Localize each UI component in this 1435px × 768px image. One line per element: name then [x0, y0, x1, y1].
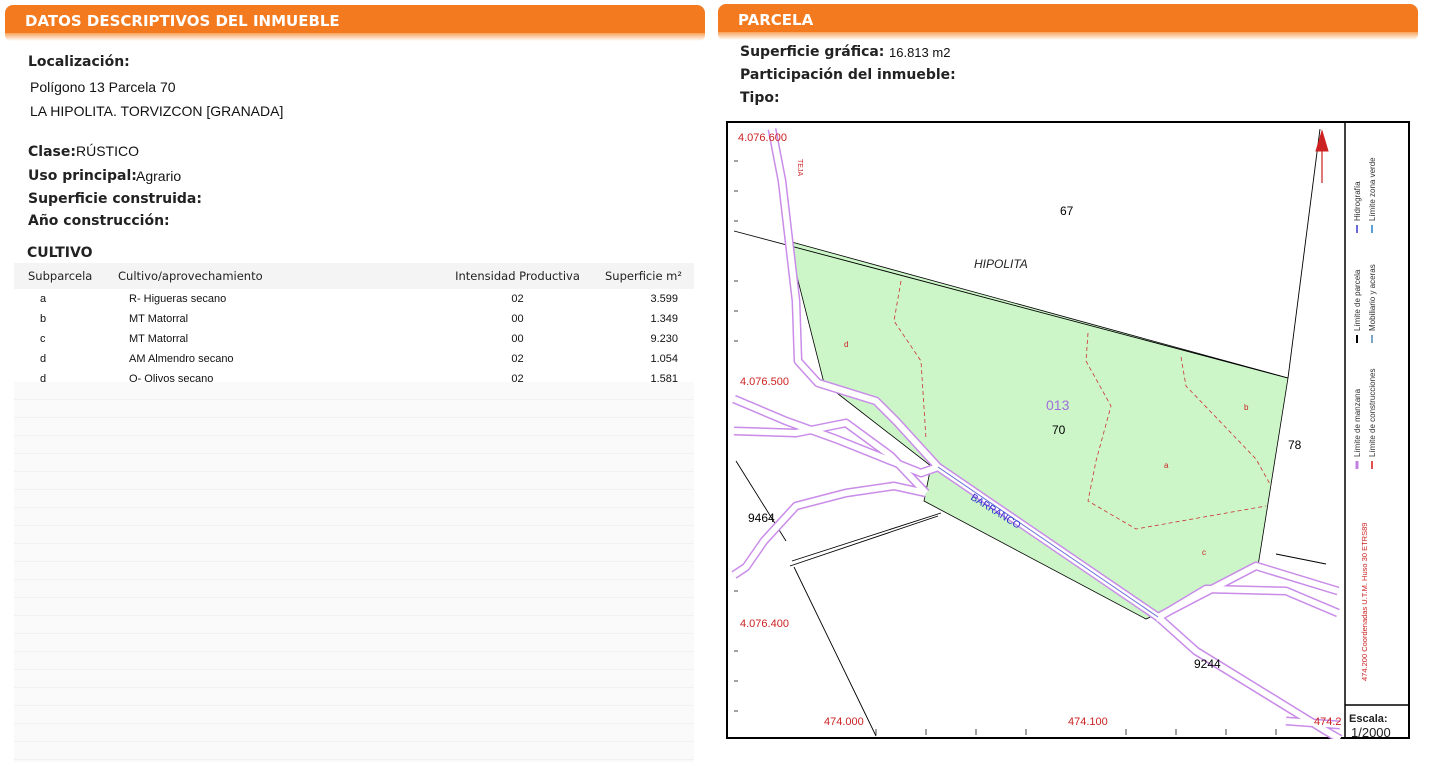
coord-label: 4.076.400: [740, 618, 789, 630]
legend-item: Mobiliario y aceras: [1368, 264, 1377, 331]
cell-intensidad: 02: [511, 353, 524, 365]
cell-intensidad: 02: [511, 293, 524, 305]
uso-label: Uso principal:: [28, 168, 137, 184]
cell-cultivo: MT Matorral: [129, 313, 189, 325]
cell-cultivo: R- Higueras secano: [129, 293, 227, 305]
localizacion-line2: LA HIPOLITA. TORVIZCON [GRANADA]: [30, 103, 284, 119]
parcel-number: 78: [1288, 438, 1302, 452]
localizacion-line1: Polígono 13 Parcela 70: [30, 79, 176, 95]
panel-title: DATOS DESCRIPTIVOS DEL INMUEBLE: [25, 12, 340, 30]
clase-label: Clase:: [28, 144, 76, 160]
cell-superficie: 1.581: [650, 373, 678, 385]
panel-title: PARCELA: [738, 11, 814, 29]
cell-cultivo: AM Almendro secano: [129, 353, 234, 365]
participacion-label: Participación del inmueble:: [740, 67, 956, 83]
legend-item: Hidrografía: [1353, 181, 1362, 221]
descriptive-data-header: DATOS DESCRIPTIVOS DEL INMUEBLE: [5, 5, 705, 41]
cadastral-map: 4.076.600 4.076.500 4.076.400 474.000 47…: [726, 121, 1410, 739]
parcel-number: 9244: [1194, 657, 1221, 671]
scale-label: Escala:: [1349, 713, 1388, 725]
scale-value: 1/2000: [1351, 725, 1391, 739]
polygon-number: 013: [1046, 397, 1070, 413]
coord-label: 4.076.500: [740, 376, 789, 388]
cultivo-title: CULTIVO: [27, 245, 93, 261]
cell-intensidad: 00: [511, 313, 524, 325]
superficie-construida-label: Superficie construida:: [28, 191, 202, 207]
table-header-row: Subparcela Cultivo/aprovechamiento Inten…: [14, 263, 694, 289]
tipo-label: Tipo:: [740, 90, 780, 106]
place-label: HIPOLITA: [974, 257, 1028, 271]
cell-sub: b: [40, 313, 47, 325]
table-row: d AM Almendro secano 02 1.054: [14, 349, 694, 369]
legend-item: Límite de construcciones: [1368, 369, 1377, 458]
clase-value: RÚSTICO: [76, 143, 139, 159]
cell-intensidad: 00: [511, 333, 524, 345]
cell-sub: d: [40, 353, 47, 365]
table-row: c MT Matorral 00 9.230: [14, 329, 694, 349]
parcela-header: PARCELA: [718, 4, 1418, 40]
uso-value: Agrario: [136, 168, 182, 184]
place-label: TEJA: [796, 159, 803, 176]
legend-item: 474.200 Coordenadas U.T.M. Huso 30 ETRS8…: [1360, 523, 1369, 681]
parcel-number: 70: [1052, 423, 1066, 437]
cell-sub: c: [40, 333, 46, 345]
coord-label: 474.2: [1314, 716, 1342, 728]
parcel-number: 9464: [748, 511, 775, 525]
coord-label: 4.076.600: [738, 132, 787, 144]
subparcel-label: a: [1164, 461, 1169, 470]
table-row: b MT Matorral 00 1.349: [14, 309, 694, 329]
localizacion-label: Localización:: [28, 54, 130, 70]
subparcel-label: d: [844, 340, 848, 349]
col-subparcela: Subparcela: [14, 263, 117, 289]
cultivo-table: Subparcela Cultivo/aprovechamiento Inten…: [14, 263, 694, 389]
cell-superficie: 1.054: [650, 353, 678, 365]
table-row: d O- Olivos secano 02 1.581: [14, 369, 694, 389]
col-intensidad: Intensidad Productiva: [449, 263, 586, 289]
table-empty-area: [14, 382, 694, 762]
cell-sub: d: [40, 373, 47, 385]
subparcel-label: b: [1244, 403, 1249, 412]
cell-cultivo: O- Olivos secano: [129, 373, 214, 385]
subparcel-label: c: [1202, 548, 1206, 557]
cell-sub: a: [40, 293, 47, 305]
coord-label: 474.000: [824, 716, 864, 728]
legend-item: Límite de parcela: [1353, 269, 1362, 331]
cell-superficie: 1.349: [650, 313, 678, 325]
cell-superficie: 9.230: [650, 333, 678, 345]
superficie-grafica-label: Superficie gráfica:: [740, 44, 885, 60]
anio-construccion-label: Año construcción:: [28, 213, 170, 229]
cell-intensidad: 02: [511, 373, 524, 385]
cell-superficie: 3.599: [650, 293, 678, 305]
col-cultivo: Cultivo/aprovechamiento: [117, 263, 449, 289]
cell-cultivo: MT Matorral: [129, 333, 189, 345]
coord-label: 474.100: [1068, 716, 1108, 728]
col-superficie: Superficie m²: [586, 263, 694, 289]
superficie-grafica-value: 16.813 m2: [889, 45, 951, 60]
legend-item: Límite zona verde: [1368, 157, 1377, 221]
table-row: a R- Higueras secano 02 3.599: [14, 289, 694, 309]
parcel-number: 67: [1060, 204, 1074, 218]
legend-item: Límite de manzana: [1353, 388, 1362, 457]
